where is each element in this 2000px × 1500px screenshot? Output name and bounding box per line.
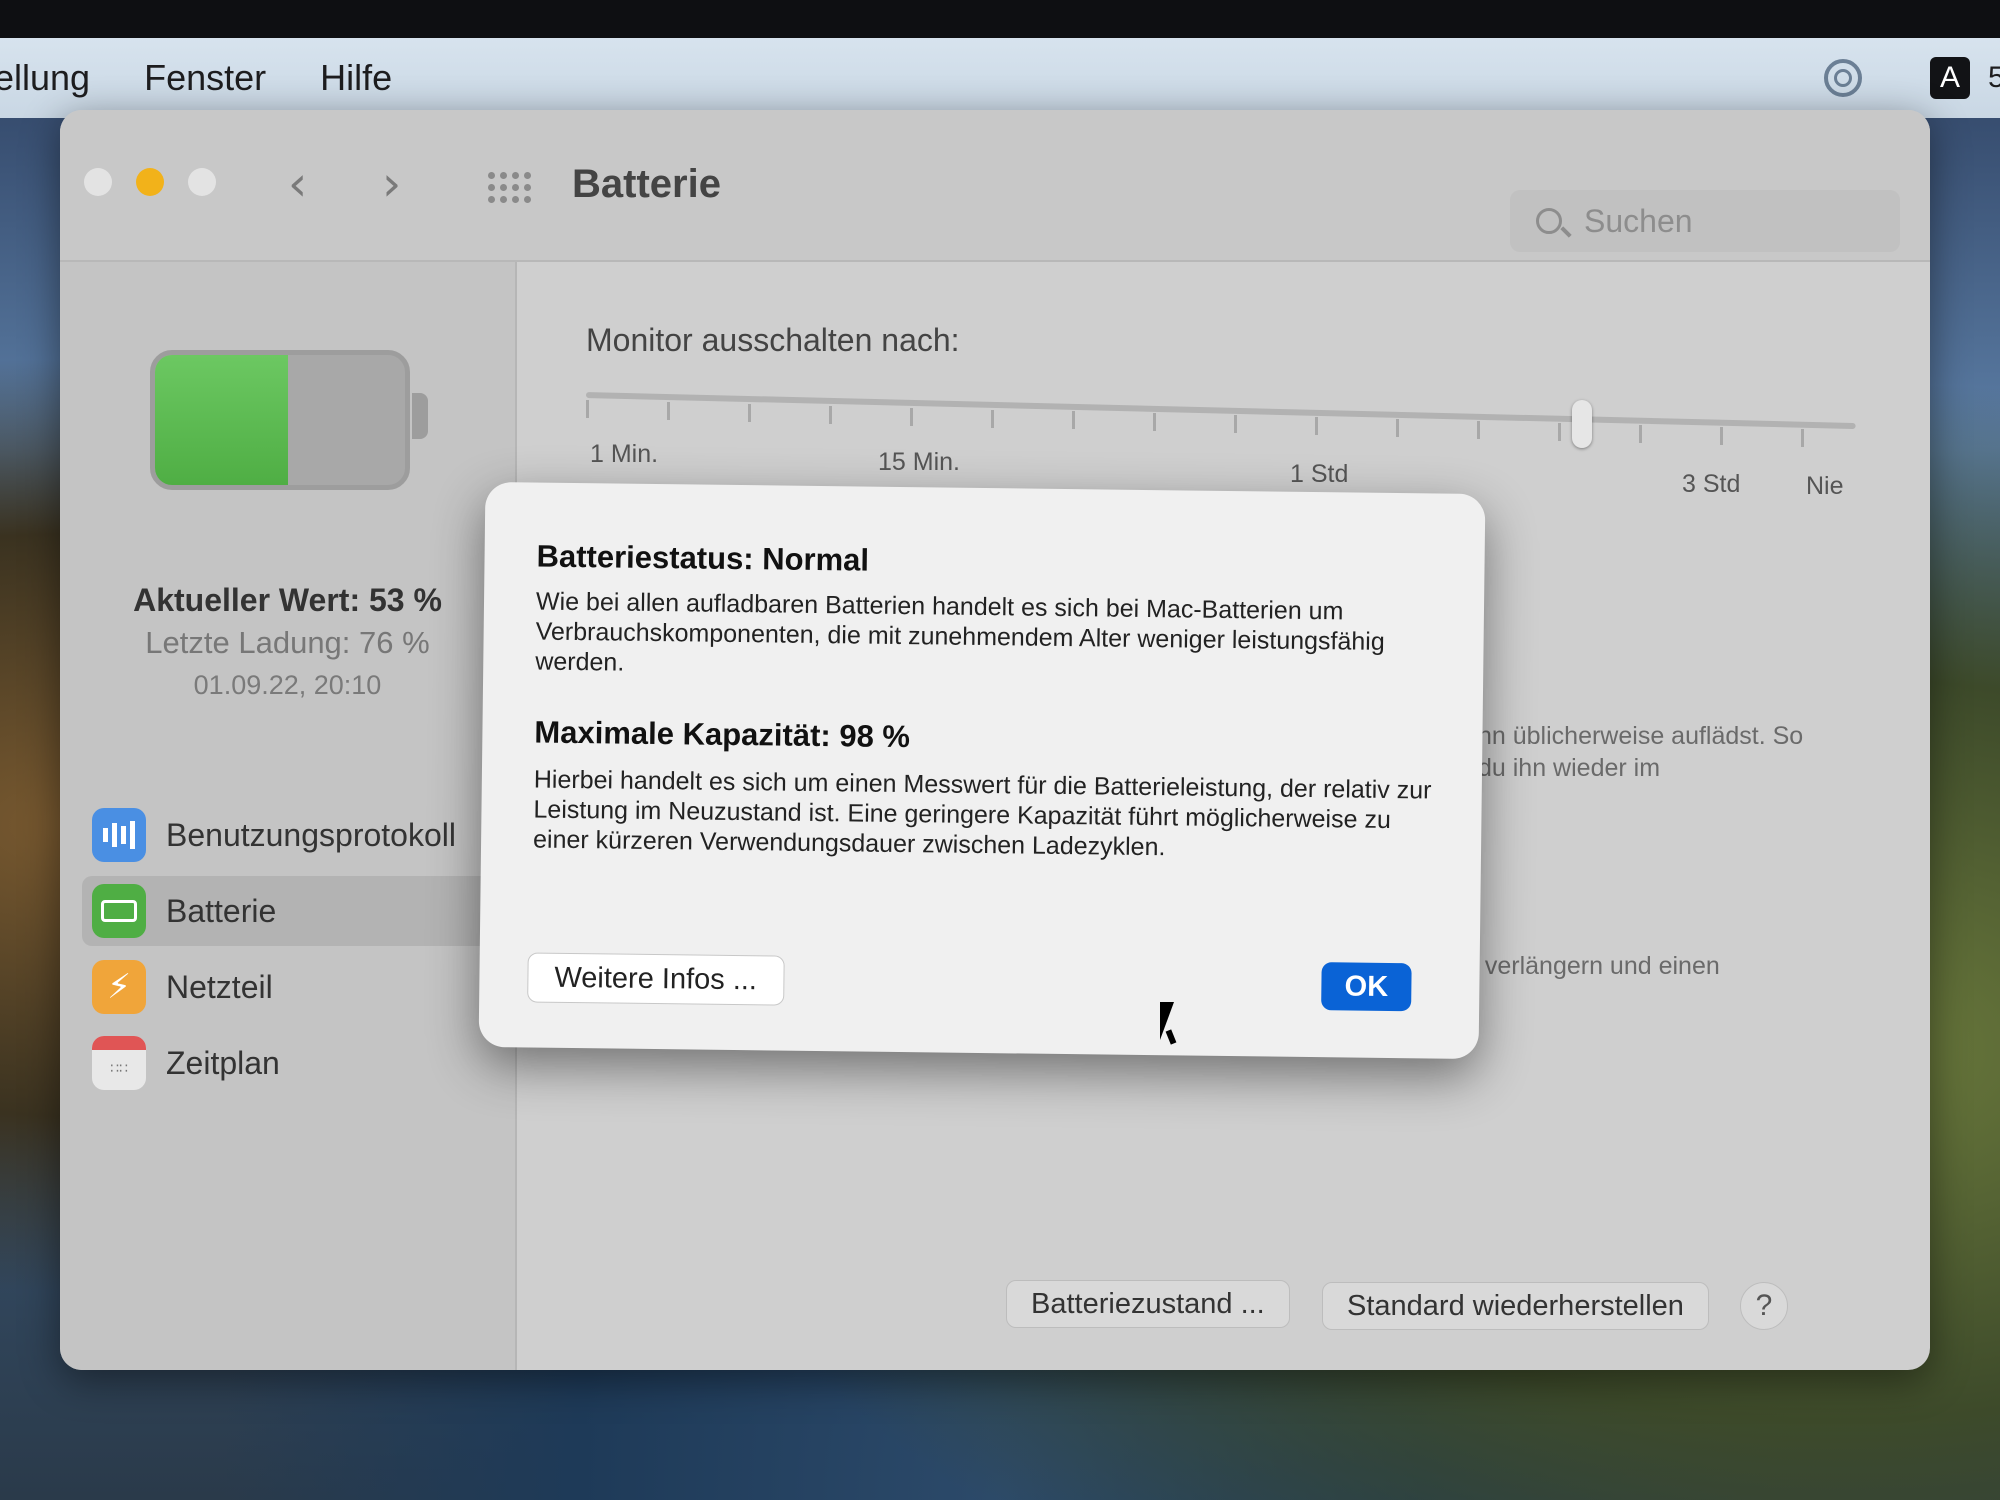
slider-tick <box>1234 415 1237 434</box>
slider-label-3-std: 3 Std <box>1682 470 1741 498</box>
battery-status-dialog: Batteriestatus: Normal Wie bei allen auf… <box>478 481 1486 1060</box>
obscured-description-line-1: hn üblicherweise auflädst. So <box>1478 722 1804 750</box>
input-source-icon[interactable]: A <box>1930 57 1970 99</box>
slider-tick <box>1558 422 1561 441</box>
battery-status-body: Wie bei allen aufladbaren Batterien hand… <box>535 587 1385 677</box>
slider-label-15-min: 15 Min. <box>878 448 960 476</box>
slider-tick <box>1153 413 1156 432</box>
minimize-window-button[interactable] <box>136 168 164 196</box>
last-charge-value: Letzte Ladung: 76 % <box>145 625 430 660</box>
obscured-description-line-3: u verlängern und einen <box>1464 952 1720 980</box>
ok-button[interactable]: OK <box>1321 962 1412 1012</box>
slider-tick <box>1801 428 1804 447</box>
slider-tick <box>1477 420 1480 439</box>
last-charge-date: 01.09.22, 20:10 <box>193 670 382 700</box>
zoom-window-button[interactable] <box>188 168 216 196</box>
slider-tick <box>1639 424 1642 443</box>
slider-label-1-min: 1 Min. <box>590 440 659 468</box>
bar-chart-icon <box>92 808 146 862</box>
show-all-grid-icon[interactable] <box>488 172 532 204</box>
battery-level-icon <box>150 350 410 490</box>
battery-health-button[interactable]: Batteriezustand ... <box>1006 1280 1290 1328</box>
slider-label-nie: Nie <box>1806 472 1844 500</box>
battery-status-heading: Batteriestatus: Normal <box>536 538 870 578</box>
search-icon <box>1536 208 1562 234</box>
chevron-right-icon[interactable]: › <box>382 156 401 212</box>
focus-mode-icon[interactable] <box>1824 59 1862 97</box>
menu-item-hilfe[interactable]: Hilfe <box>320 57 392 99</box>
current-battery-value: Aktueller Wert: 53 % <box>133 582 442 618</box>
slider-tick <box>1720 426 1723 445</box>
battery-icon <box>92 884 146 938</box>
monitor-off-label: Monitor ausschalten nach: <box>586 322 960 358</box>
slider-tick <box>748 403 751 422</box>
chevron-left-icon[interactable]: ‹ <box>288 156 307 212</box>
more-info-button[interactable]: Weitere Infos ... <box>527 952 785 1006</box>
slider-tick <box>1072 411 1075 430</box>
sidebar-item-zeitplan[interactable]: ∷∷ Zeitplan <box>82 1028 502 1098</box>
slider-tick <box>586 400 589 418</box>
sidebar-item-label: Netzteil <box>166 968 273 1005</box>
search-placeholder: Suchen <box>1584 202 1693 239</box>
slider-tick <box>1396 419 1399 437</box>
lightning-icon: ⚡ <box>92 960 146 1014</box>
help-button[interactable]: ? <box>1740 1282 1788 1330</box>
slider-tick <box>991 409 994 428</box>
menu-bar: ellung Fenster Hilfe A 5 <box>0 38 2000 118</box>
window-title: Batterie <box>572 162 721 206</box>
menu-item-fenster[interactable]: Fenster <box>144 57 266 99</box>
sidebar-item-benutzungsprotokoll[interactable]: Benutzungsprotokoll <box>82 800 502 870</box>
obscured-description-line-2: du ihn wieder im <box>1478 754 1661 782</box>
slider-tick <box>829 405 832 424</box>
search-input[interactable]: Suchen <box>1510 190 1900 252</box>
slider-tick <box>910 407 913 426</box>
battery-level-fill <box>155 355 288 485</box>
slider-tick <box>667 401 670 420</box>
sidebar-item-label: Benutzungsprotokoll <box>166 816 456 853</box>
slider-tick <box>1315 417 1318 436</box>
sidebar-item-batterie[interactable]: Batterie <box>82 876 502 946</box>
menu-bar-status-area: A 5 <box>1824 38 2000 118</box>
window-titlebar: ‹ › Batterie Suchen <box>60 110 1930 262</box>
battery-tip <box>412 393 428 439</box>
menu-bar-clipped-text: 5 <box>1988 61 2000 94</box>
sidebar-item-label: Batterie <box>166 892 277 929</box>
slider-knob[interactable] <box>1572 400 1592 448</box>
close-window-button[interactable] <box>84 168 112 196</box>
restore-defaults-button[interactable]: Standard wiederherstellen <box>1322 1282 1709 1330</box>
max-capacity-heading: Maximale Kapazität: 98 % <box>534 714 911 755</box>
calendar-icon: ∷∷ <box>92 1036 146 1090</box>
max-capacity-body: Hierbei handelt es sich um einen Messwer… <box>532 765 1432 862</box>
sidebar-item-netzteil[interactable]: ⚡ Netzteil <box>82 952 502 1022</box>
monitor-off-slider[interactable] <box>585 392 1856 430</box>
menu-item-darstellung[interactable]: ellung <box>0 57 90 99</box>
sidebar-item-label: Zeitplan <box>166 1044 280 1081</box>
slider-label-1-std: 1 Std <box>1290 460 1349 488</box>
